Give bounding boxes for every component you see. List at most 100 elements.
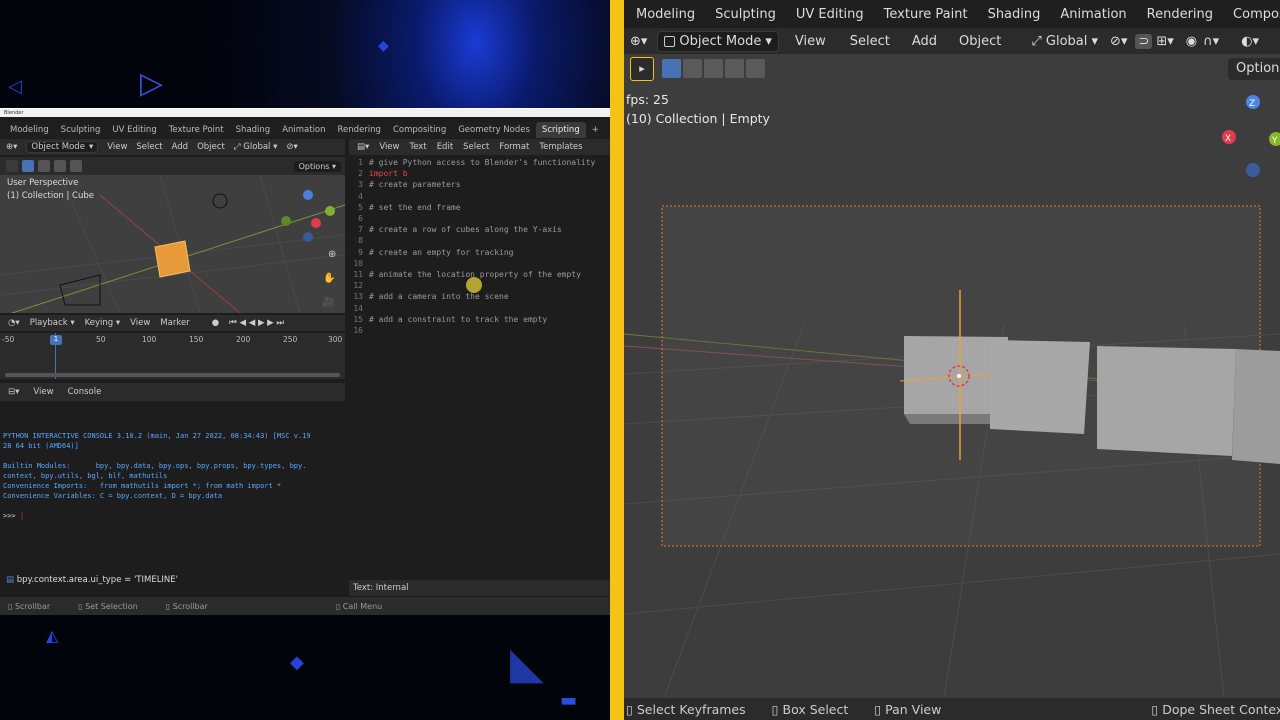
line-number: 8 xyxy=(358,236,363,246)
text-menu-item[interactable]: View xyxy=(379,142,399,152)
editor-type-icon[interactable]: ⊕▾ xyxy=(630,34,647,49)
status-item: ▯ Pan View xyxy=(874,702,941,717)
workspace-tab[interactable]: Modeling xyxy=(626,7,705,22)
options-button[interactable]: Options ▾ xyxy=(293,160,341,172)
menu-console[interactable]: Console xyxy=(68,387,102,397)
menu-console-view[interactable]: View xyxy=(33,387,53,397)
mode-select[interactable]: Object Mode ▾ xyxy=(657,30,779,52)
workspace-tab[interactable]: + xyxy=(586,122,605,138)
text-editor-footer: Text: Internal xyxy=(349,580,610,596)
workspace-tab[interactable]: Texture Point xyxy=(163,122,230,138)
menu-view[interactable]: View xyxy=(795,34,826,49)
workspace-tab[interactable]: Sculpting xyxy=(705,7,786,22)
record-icon[interactable]: ● xyxy=(212,318,219,328)
left-3d-viewport[interactable]: ⊕ ✋ 🎥 User Perspective (1) Collection | … xyxy=(0,175,345,313)
select-extend-icon[interactable] xyxy=(683,59,702,78)
options-button[interactable]: Options xyxy=(1228,58,1280,80)
menu-marker[interactable]: Marker xyxy=(160,318,189,328)
select-extend-icon[interactable] xyxy=(38,160,50,172)
orientation-select[interactable]: ⤢ Global ▾ xyxy=(1031,34,1098,49)
select-invert-icon[interactable] xyxy=(725,59,744,78)
menu-playback[interactable]: Playback ▾ xyxy=(30,318,75,328)
text-menu-item[interactable]: Edit xyxy=(437,142,453,152)
workspace-tab[interactable]: Rendering xyxy=(1137,7,1223,22)
playback-controls[interactable]: ⏮ ◀ ◀ ▶ ▶ ⏭ xyxy=(229,318,284,328)
menu-object[interactable]: Object xyxy=(197,142,225,152)
snap-icon[interactable]: ⊃ xyxy=(1135,33,1153,49)
left-workspace-tabs: Modeling Sculpting UV Editing Texture Point… xyxy=(0,122,610,138)
text-editor[interactable]: 1 # give Python access to Blender's funct… xyxy=(349,155,610,579)
line-number: 9 xyxy=(358,247,363,257)
select-subtract-icon[interactable] xyxy=(54,160,66,172)
workspace-tab[interactable]: Animation xyxy=(276,122,331,138)
orientation-select[interactable]: ⤢ Global ▾ xyxy=(234,142,278,152)
mode-select[interactable]: Object Mode ▾ xyxy=(26,141,99,153)
workspace-tab[interactable]: Rendering xyxy=(332,122,387,138)
workspace-tab[interactable]: Shading xyxy=(230,122,277,138)
select-intersect-icon[interactable] xyxy=(746,59,765,78)
workspace-tab[interactable]: Shading xyxy=(978,7,1051,22)
workspace-tab[interactable]: Sculpting xyxy=(55,122,107,138)
workspace-tab[interactable]: UV Editing xyxy=(786,7,874,22)
timeline-tick: 50 xyxy=(96,335,106,344)
workspace-tab[interactable]: Geometry Nodes xyxy=(452,122,536,138)
code-line: 10 xyxy=(349,258,369,269)
line-number: 4 xyxy=(358,191,363,201)
pivot-icon[interactable]: ⊘▾ xyxy=(1110,34,1127,49)
cursor-icon[interactable] xyxy=(6,160,18,172)
text-menu-item[interactable]: Select xyxy=(463,142,489,152)
timeline-scrollbar[interactable] xyxy=(5,373,340,377)
proportional-edit-icon[interactable]: ◉ xyxy=(1186,34,1197,49)
falloff-icon[interactable]: ∩▾ xyxy=(1203,34,1219,49)
viewport-collection-label: (1) Collection | Cube xyxy=(7,191,95,201)
current-frame-badge[interactable]: 1 xyxy=(50,335,62,345)
menu-select[interactable]: Select xyxy=(136,142,162,152)
select-invert-icon[interactable] xyxy=(70,160,82,172)
python-console[interactable]: PYTHON INTERACTIVE CONSOLE 3.10.2 (main,… xyxy=(0,401,345,569)
workspace-tab[interactable]: UV Editing xyxy=(106,122,162,138)
console-type-icon[interactable]: ⊟▾ xyxy=(8,387,19,397)
menu-object[interactable]: Object xyxy=(959,34,1001,49)
menu-keying[interactable]: Keying ▾ xyxy=(85,318,121,328)
menu-timeline-view[interactable]: View xyxy=(130,318,150,328)
select-new-icon[interactable] xyxy=(662,59,681,78)
svg-text:🎥: 🎥 xyxy=(322,295,334,308)
text-editor-type-icon[interactable]: ▤▾ xyxy=(357,142,369,152)
snap-target-icon[interactable]: ⊞▾ xyxy=(1156,34,1173,49)
text-menu-item[interactable]: Format xyxy=(499,142,529,152)
console-prompt[interactable]: >>> | xyxy=(3,511,342,521)
menu-select[interactable]: Select xyxy=(850,34,890,49)
select-box-icon[interactable] xyxy=(22,160,34,172)
workspace-tab[interactable]: Compositing xyxy=(1223,7,1280,22)
visibility-icon[interactable]: ◐▾ xyxy=(1241,34,1259,49)
status-label: Pan View xyxy=(885,701,942,717)
shard-icon: ◆ xyxy=(290,652,304,673)
timeline[interactable]: -50150100150200250300 1 xyxy=(0,333,345,379)
menu-add[interactable]: Add xyxy=(912,34,937,49)
text-menu-item[interactable]: Text xyxy=(409,142,426,152)
screen: ◁ ▷ ◆ ◭ ◆ ◣ ▬ Blender Modeling Sculpting U… xyxy=(0,0,1280,720)
workspace-tab[interactable]: Texture Paint xyxy=(874,7,978,22)
workspace-tab[interactable]: Modeling xyxy=(4,122,55,138)
snap-icon[interactable]: ⊘▾ xyxy=(286,142,297,152)
mouse-icon: ▯ xyxy=(626,701,637,717)
timeline-tick: 250 xyxy=(283,335,298,344)
select-subtract-icon[interactable] xyxy=(704,59,723,78)
tool-cursor-icon[interactable]: ▸ xyxy=(630,57,654,81)
menu-add[interactable]: Add xyxy=(172,142,188,152)
right-3d-viewport[interactable]: Z X Y fps: 25 (10) Collection | Empty xyxy=(624,84,1280,698)
console-line: context, bpy.utils, bgl, blf, mathutils xyxy=(3,472,168,480)
editor-type-icon[interactable]: ⊕▾ xyxy=(6,142,17,152)
line-text: # create an empty for tracking xyxy=(369,247,514,257)
line-text: # create parameters xyxy=(369,180,461,190)
clock-icon[interactable]: ◔▾ xyxy=(8,318,20,328)
workspace-tab[interactable]: Scripting xyxy=(535,122,586,138)
text-menu-item[interactable]: Templates xyxy=(539,142,582,152)
menu-view[interactable]: View xyxy=(107,142,127,152)
workspace-tab[interactable]: Animation xyxy=(1050,7,1136,22)
shard-icon: ◭ xyxy=(46,626,59,645)
console-line: Convenience Imports: from mathutils impo… xyxy=(3,482,282,490)
shard-icon: ▬ xyxy=(560,690,578,711)
status-label: Scrollbar xyxy=(14,601,51,611)
workspace-tab[interactable]: Compositing xyxy=(387,122,452,138)
